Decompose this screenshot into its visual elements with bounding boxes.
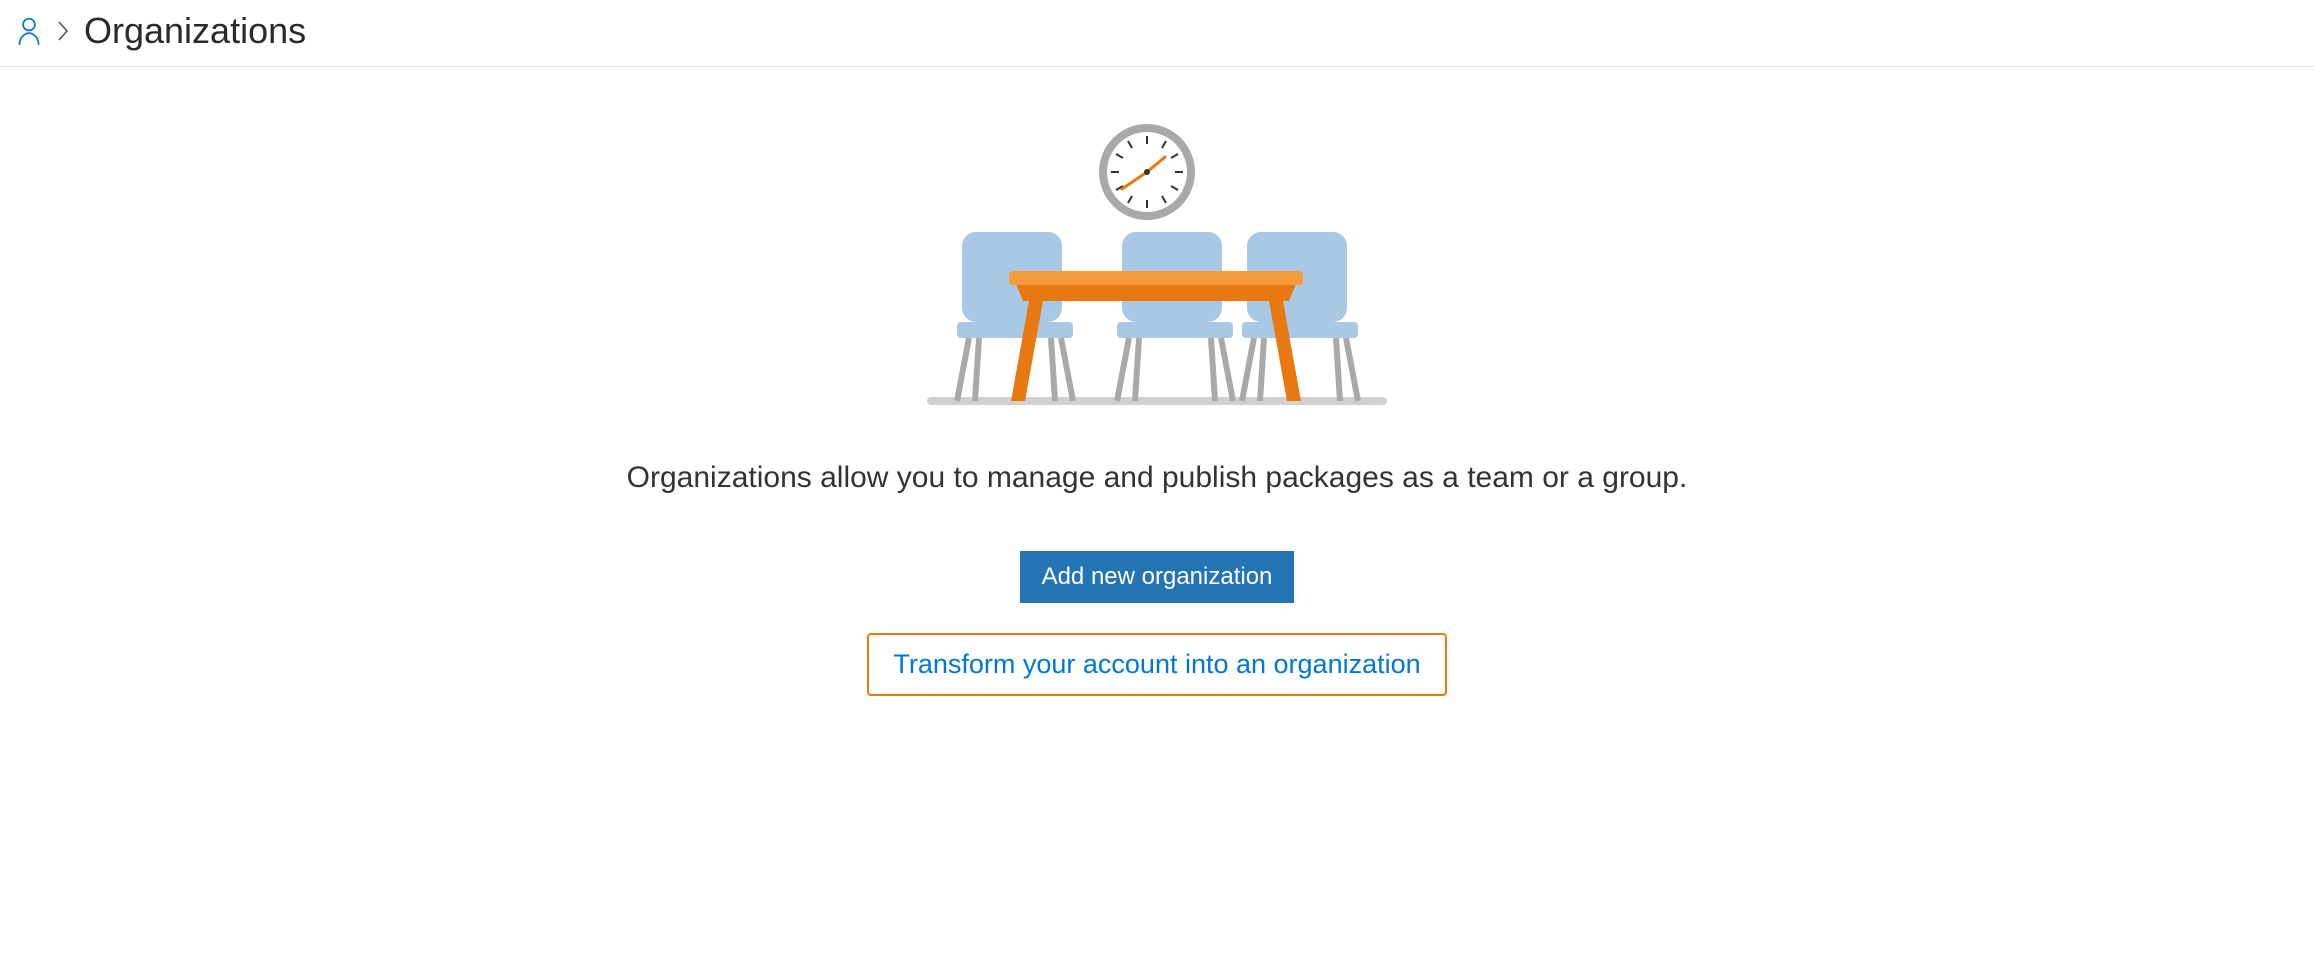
chevron-right-icon <box>56 20 70 42</box>
page-title: Organizations <box>84 10 306 52</box>
organizations-illustration <box>917 117 1397 407</box>
breadcrumb: Organizations <box>0 0 2314 67</box>
main-content: Organizations allow you to manage and pu… <box>0 67 2314 696</box>
actions: Add new organization Transform your acco… <box>0 551 2314 696</box>
tagline-text: Organizations allow you to manage and pu… <box>0 461 2314 495</box>
transform-account-button[interactable]: Transform your account into an organizat… <box>867 633 1446 696</box>
add-new-organization-button[interactable]: Add new organization <box>1020 551 1295 603</box>
user-icon[interactable] <box>16 16 42 46</box>
